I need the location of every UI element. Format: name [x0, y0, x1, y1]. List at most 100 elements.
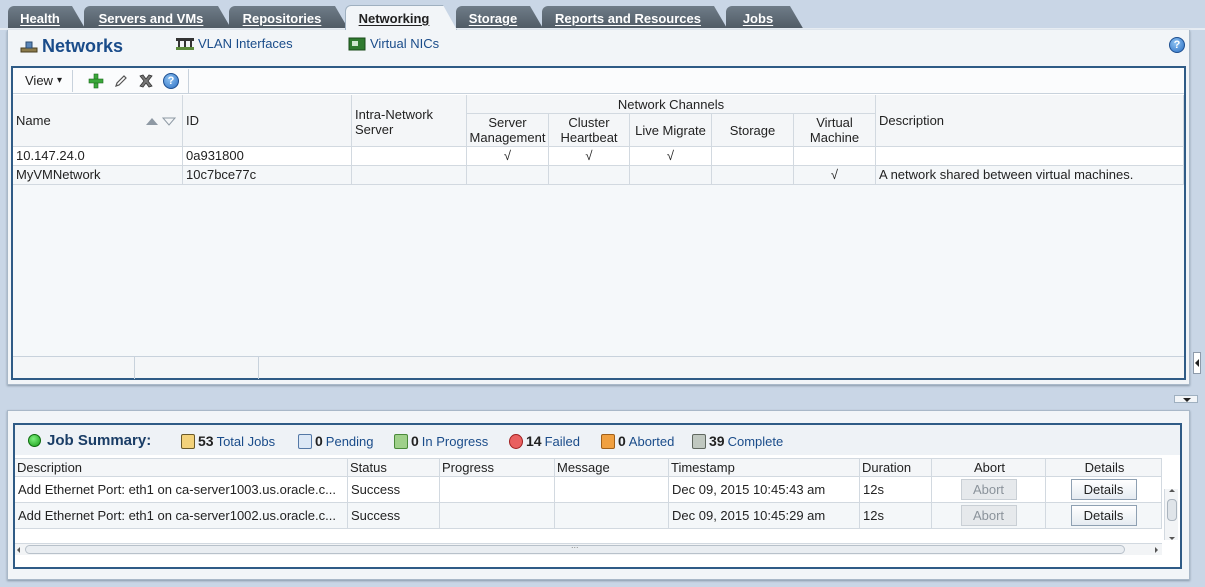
column-header-label: Server Management	[469, 115, 546, 145]
column-header-intra-network-server[interactable]: Intra-Network Server	[352, 95, 467, 147]
column-header-virtual-machine[interactable]: Virtual Machine	[794, 114, 876, 147]
scroll-up-icon[interactable]	[1169, 489, 1175, 492]
abort-button: Abort	[960, 505, 1017, 526]
error-icon	[509, 433, 523, 449]
column-header-server-management[interactable]: Server Management	[467, 114, 549, 147]
column-group-network-channels: Network Channels	[467, 95, 876, 114]
total-jobs-label: Total Jobs	[216, 433, 276, 449]
cell-description: A network shared between virtual machine…	[876, 166, 1184, 185]
column-header-message[interactable]: Message	[555, 458, 669, 477]
jobs-vertical-scrollbar[interactable]	[1164, 489, 1178, 540]
column-header-label: Cluster Heartbeat	[560, 115, 618, 145]
scroll-down-icon[interactable]	[1169, 537, 1175, 540]
column-header-label: Virtual Machine	[809, 115, 860, 145]
column-group-label: Network Channels	[617, 96, 725, 112]
vlan-icon	[176, 37, 194, 50]
tab-storage[interactable]: Storage	[456, 6, 544, 30]
column-header-label: Description	[879, 113, 945, 128]
cell-virtual-machine	[794, 147, 876, 166]
panel-header: Networks VLAN Interfaces Virtual NICs ?	[8, 30, 1189, 64]
complete-icon	[692, 433, 706, 449]
cell-job-description: Add Ethernet Port: eth1 on ca-server1002…	[15, 503, 348, 529]
column-header-progress[interactable]: Progress	[440, 458, 555, 477]
pending-jobs-link[interactable]: 0 Pending	[298, 433, 374, 449]
cell-job-details: Details	[1046, 477, 1162, 503]
column-header-description[interactable]: Description	[15, 458, 348, 477]
failed-label: Failed	[544, 433, 580, 449]
failed-jobs-link[interactable]: 14 Failed	[509, 433, 580, 449]
tab-jobs[interactable]: Jobs	[726, 6, 804, 30]
complete-jobs-link[interactable]: 39 Complete	[692, 433, 783, 449]
tab-servers-and-vms[interactable]: Servers and VMs	[84, 6, 232, 30]
edit-network-button[interactable]	[110, 70, 132, 92]
total-jobs-link[interactable]: 53 Total Jobs	[181, 433, 275, 449]
jobs-horizontal-scrollbar[interactable]: ...	[15, 540, 1162, 555]
column-header-duration[interactable]: Duration	[860, 458, 932, 477]
nic-card-icon	[348, 37, 366, 50]
pencil-icon	[115, 74, 127, 87]
sort-arrows-icon[interactable]	[144, 116, 178, 126]
footer-cell	[13, 357, 135, 379]
column-header-description[interactable]: Description	[876, 95, 1184, 147]
scroll-right-icon[interactable]	[1155, 547, 1158, 553]
cell-live-migrate	[630, 166, 712, 185]
status-ok-icon	[28, 434, 41, 447]
tab-health[interactable]: Health	[8, 6, 86, 30]
cell-id: 0a931800	[183, 147, 352, 166]
details-button[interactable]: Details	[1070, 479, 1137, 500]
cell-storage	[712, 147, 794, 166]
delete-network-button[interactable]	[135, 70, 157, 92]
abort-button: Abort	[960, 479, 1017, 500]
vlan-interfaces-link[interactable]: VLAN Interfaces	[176, 36, 293, 51]
view-menu[interactable]: View ▾	[15, 69, 73, 92]
column-header-name[interactable]: Name	[13, 95, 183, 147]
cell-job-duration: 12s	[860, 503, 932, 529]
cell-intra-network-server	[352, 147, 467, 166]
cell-server-management	[467, 166, 549, 185]
splitter-toggle-button[interactable]	[1174, 395, 1198, 403]
virtual-nics-label: Virtual NICs	[370, 36, 440, 51]
column-header-cluster-heartbeat[interactable]: Cluster Heartbeat	[549, 114, 630, 147]
total-jobs-count: 53	[198, 433, 214, 449]
details-button[interactable]: Details	[1070, 505, 1137, 526]
column-header-status[interactable]: Status	[348, 458, 440, 477]
virtual-nics-link[interactable]: Virtual NICs	[348, 36, 439, 51]
network-icon	[20, 41, 38, 52]
aborted-label: Aborted	[628, 433, 675, 449]
cell-id: 10c7bce77c	[183, 166, 352, 185]
tab-networking[interactable]: Networking	[345, 5, 457, 30]
column-header-timestamp[interactable]: Timestamp	[669, 458, 860, 477]
cell-job-abort: Abort	[932, 477, 1046, 503]
networks-toolbar: View ▾ ?	[13, 68, 1184, 94]
job-summary-frame: Job Summary: 53 Total Jobs 0 Pending 0 I…	[13, 423, 1182, 569]
cell-name: 10.147.24.0	[13, 147, 183, 166]
cell-job-timestamp: Dec 09, 2015 10:45:43 am	[669, 477, 860, 503]
column-header-label: Storage	[729, 122, 776, 138]
column-header-live-migrate[interactable]: Live Migrate	[630, 114, 712, 147]
page-title-group: Networks	[20, 36, 123, 57]
in-progress-jobs-link[interactable]: 0 In Progress	[394, 433, 488, 449]
scrollbar-thumb[interactable]	[1167, 499, 1177, 521]
tab-repositories[interactable]: Repositories	[229, 6, 349, 30]
panel-help-button[interactable]: ?	[1169, 37, 1185, 53]
help-icon: ?	[1169, 37, 1185, 53]
empty-table-area	[13, 185, 1184, 358]
tab-reports-and-resources[interactable]: Reports and Resources	[542, 6, 728, 30]
toolbar-help-button[interactable]: ?	[160, 70, 182, 92]
cell-job-description: Add Ethernet Port: eth1 on ca-server1003…	[15, 477, 348, 503]
progress-icon	[394, 433, 408, 449]
column-header-storage[interactable]: Storage	[712, 114, 794, 147]
collapse-panel-handle[interactable]	[1193, 352, 1201, 374]
scrollbar-thumb[interactable]: ...	[25, 540, 1125, 554]
failed-count: 14	[526, 433, 542, 449]
add-network-button[interactable]	[85, 70, 107, 92]
in-progress-label: In Progress	[421, 433, 489, 449]
page-title: Networks	[42, 36, 124, 56]
job-summary-title: Job Summary:	[47, 432, 152, 449]
pending-label: Pending	[325, 433, 374, 449]
column-header-details[interactable]: Details	[1046, 458, 1162, 477]
column-header-id[interactable]: ID	[183, 95, 352, 147]
aborted-jobs-link[interactable]: 0 Aborted	[601, 433, 674, 449]
scroll-left-icon[interactable]	[17, 547, 20, 553]
column-header-abort[interactable]: Abort	[932, 458, 1046, 477]
